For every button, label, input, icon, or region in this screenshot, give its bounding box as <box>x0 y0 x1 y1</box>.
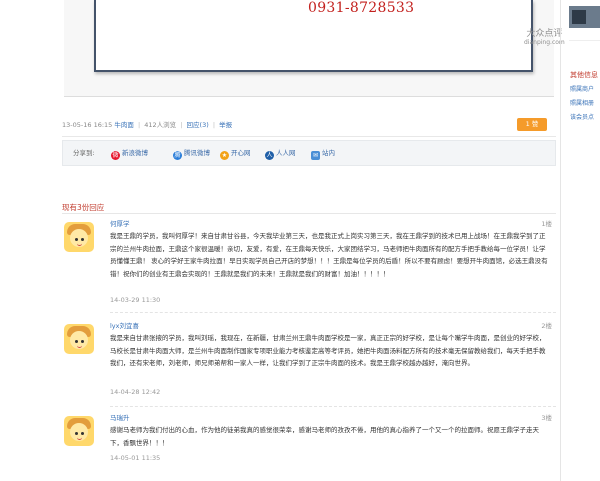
avatar-eye <box>81 340 84 343</box>
divider-line <box>62 136 556 137</box>
like-count: 1 <box>525 120 530 128</box>
comment-username[interactable]: 何厚学 <box>110 218 130 228</box>
divider: | <box>137 121 141 129</box>
sidebar-thumbnail[interactable] <box>569 6 600 28</box>
share-renren[interactable]: 人人人网 <box>265 141 296 165</box>
share-kaixin-label: 开心网 <box>231 149 251 157</box>
report-link[interactable]: 举报 <box>219 121 232 129</box>
share-weibo[interactable]: 微新浪微博 <box>111 141 148 165</box>
comment-floor: 1楼 <box>541 220 552 228</box>
avatar-eye <box>81 238 84 241</box>
share-internal-label: 站内 <box>322 149 335 157</box>
review-photo[interactable]: 0931-8728533 大众点评 dianping.com <box>64 0 565 97</box>
comment-item: lyx刘宜喜 2楼 我是来自甘肃张掖的学员，我叫刘瑶，我现在，在新疆，甘肃兰州王… <box>62 318 556 404</box>
comment-floor: 3楼 <box>541 414 552 422</box>
like-label: 赞 <box>531 120 539 128</box>
main-content: 0931-8728533 大众点评 dianping.com 13-05-16 … <box>0 0 565 481</box>
right-sidebar: 其他信息 照属商户 照属相册 该会员点 <box>560 0 600 481</box>
comment-text: 感谢马老师为我们付出的心血，作为他的徒弟我真的感觉很荣幸，感谢马老师的孜孜不倦，… <box>110 426 539 447</box>
avatar[interactable] <box>64 222 94 252</box>
divider-line <box>569 40 600 41</box>
replies-heading: 现有3份回应 <box>62 203 105 212</box>
share-renren-label: 人人网 <box>276 149 296 157</box>
review-meta: 13-05-16 16:15 牛肉面 | 412人浏览 | 回应(3) | 举报… <box>62 118 552 132</box>
comment-text: 我是王鼎的学员，我叫何厚学！来自甘肃甘谷县，今天我毕业第三天，也是我正式上岗实习… <box>110 232 548 278</box>
comment-username[interactable]: lyx刘宜喜 <box>110 320 139 330</box>
share-tencent-label: 腾讯微博 <box>184 149 210 157</box>
watermark-url: dianping.com <box>524 38 565 46</box>
sidebar-title: 其他信息 <box>570 71 598 79</box>
dianping-watermark: 大众点评 dianping.com <box>524 29 565 46</box>
share-bar: 分享到: 微新浪微博 腾腾讯微博 ★ 开心网 人人人网 ✉ 站内 <box>62 140 556 166</box>
comment-divider <box>110 312 556 313</box>
comment-time: 14-03-29 11:30 <box>110 296 161 304</box>
avatar-eye <box>75 340 78 343</box>
comment-time: 14-04-28 12:42 <box>110 388 161 396</box>
view-count: 412人浏览 <box>144 121 177 129</box>
divider-line <box>62 213 556 214</box>
review-time: 13-05-16 16:15 <box>62 121 113 129</box>
shop-tag[interactable]: 牛肉面 <box>114 121 134 129</box>
phone-number: 0931-8728533 <box>308 0 415 16</box>
kaixin-icon: ★ <box>220 151 229 160</box>
share-weibo-label: 新浪微博 <box>122 149 148 157</box>
thumbnail-inner <box>572 10 586 24</box>
avatar-eye <box>81 432 84 435</box>
tencent-weibo-icon: 腾 <box>173 151 182 160</box>
avatar-eye <box>75 238 78 241</box>
share-kaixin[interactable]: ★ 开心网 <box>220 141 251 165</box>
comment-floor: 2楼 <box>541 322 552 330</box>
comment-time: 14-05-01 11:35 <box>110 454 161 462</box>
renren-icon: 人 <box>265 151 274 160</box>
comment-text: 我是来自甘肃张掖的学员，我叫刘瑶，我现在，在新疆，甘肃兰州王鼎牛肉面学校是一家，… <box>110 334 546 367</box>
replies-link[interactable]: 回应(3) <box>187 121 209 129</box>
comment-divider <box>110 406 556 407</box>
internal-share-icon: ✉ <box>311 151 320 160</box>
share-tencent-weibo[interactable]: 腾腾讯微博 <box>173 141 210 165</box>
like-button[interactable]: 1 赞 <box>517 118 547 131</box>
avatar-eye <box>75 432 78 435</box>
sidebar-link[interactable]: 照属商户 <box>570 84 594 93</box>
divider: | <box>180 121 183 129</box>
avatar[interactable] <box>64 416 94 446</box>
avatar[interactable] <box>64 324 94 354</box>
divider: | <box>212 121 216 129</box>
sidebar-link[interactable]: 照属相册 <box>570 98 594 107</box>
share-label: 分享到: <box>73 149 95 157</box>
weibo-icon: 微 <box>111 151 120 160</box>
sidebar-link[interactable]: 该会员点 <box>570 112 594 121</box>
comment-item: 何厚学 1楼 我是王鼎的学员，我叫何厚学！来自甘肃甘谷县，今天我毕业第三天，也是… <box>62 216 556 312</box>
comment-username[interactable]: 马瑞升 <box>110 412 130 422</box>
photo-frame: 0931-8728533 大众点评 dianping.com <box>94 0 565 72</box>
comment-item: 马瑞升 3楼 感谢马老师为我们付出的心血，作为他的徒弟我真的感觉很荣幸，感谢马老… <box>62 410 556 476</box>
share-internal[interactable]: ✉ 站内 <box>311 141 335 165</box>
